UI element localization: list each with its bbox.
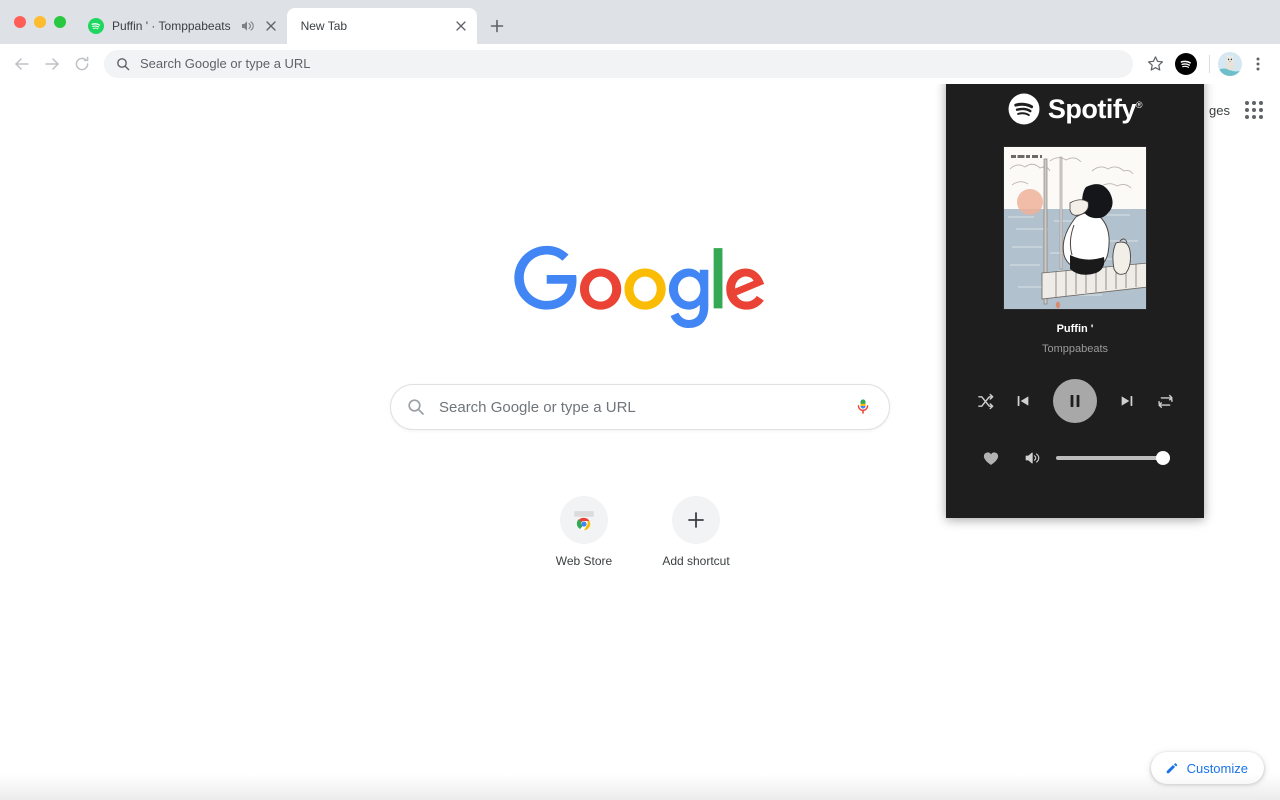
window-zoom-button[interactable] — [54, 16, 66, 28]
ntp-search-box[interactable]: Search Google or type a URL — [390, 384, 890, 430]
tab-audio-playing-icon[interactable] — [239, 18, 255, 34]
chrome-web-store-icon — [572, 508, 596, 532]
speaker-icon[interactable] — [1022, 447, 1044, 469]
plus-icon — [688, 512, 704, 528]
customize-button[interactable]: Customize — [1150, 752, 1264, 784]
shortcut-icon-circle — [560, 496, 608, 544]
tab-strip: Puffin ' · Tomppabeats New Tab — [0, 0, 1280, 44]
album-art[interactable] — [1003, 146, 1147, 310]
ntp-search-placeholder: Search Google or type a URL — [439, 398, 636, 416]
spotify-brand: Spotify® — [1008, 92, 1143, 126]
heart-icon[interactable] — [980, 447, 1002, 469]
reload-icon[interactable] — [68, 50, 96, 78]
address-bar-placeholder: Search Google or type a URL — [140, 56, 311, 71]
shortcut-icon-circle — [672, 496, 720, 544]
forward-arrow-icon[interactable] — [38, 50, 66, 78]
repeat-icon[interactable] — [1151, 387, 1179, 415]
tab-new-tab[interactable]: New Tab — [286, 8, 477, 44]
shortcut-label: Web Store — [555, 554, 613, 568]
browser-toolbar: Search Google or type a URL — [0, 44, 1280, 84]
microphone-icon[interactable] — [853, 397, 873, 417]
search-icon — [117, 57, 130, 70]
google-logo — [514, 245, 765, 329]
play-pause-button[interactable] — [1053, 379, 1097, 423]
ntp-shortcuts: Web Store Add shortcut — [528, 480, 752, 568]
three-dot-menu-icon[interactable] — [1244, 50, 1272, 78]
pause-icon — [1070, 395, 1080, 407]
album-art-corner-text — [1011, 155, 1042, 158]
tab-close-button[interactable] — [453, 18, 469, 34]
browser-window: Puffin ' · Tomppabeats New Tab Search Go… — [0, 0, 1280, 800]
window-close-button[interactable] — [14, 16, 26, 28]
popup-bottom-bar — [946, 447, 1204, 469]
tab-title: Puffin ' · Tomppabeats — [112, 19, 231, 33]
album-art-illustration — [1004, 147, 1146, 309]
playback-controls — [946, 379, 1204, 423]
address-bar[interactable]: Search Google or type a URL — [104, 49, 1133, 78]
next-track-icon[interactable] — [1113, 387, 1141, 415]
shuffle-icon[interactable] — [971, 387, 999, 415]
tab-spotify[interactable]: Puffin ' · Tomppabeats — [76, 8, 287, 44]
tab-close-button[interactable] — [263, 18, 279, 34]
back-arrow-icon[interactable] — [8, 50, 36, 78]
star-icon[interactable] — [1141, 50, 1169, 78]
page-bottom-fade — [0, 774, 1280, 800]
avatar[interactable] — [1218, 51, 1242, 76]
spotify-extension-icon[interactable] — [1175, 52, 1197, 75]
window-traffic-lights — [8, 0, 76, 44]
spotify-wordmark: Spotify® — [1047, 93, 1143, 124]
window-minimize-button[interactable] — [34, 16, 46, 28]
toolbar-divider — [1209, 54, 1210, 73]
volume-track — [1056, 456, 1170, 460]
shortcut-web-store[interactable]: Web Store — [528, 480, 640, 568]
spotify-logo-icon — [1008, 93, 1040, 125]
volume-slider[interactable] — [1056, 451, 1170, 465]
shortcut-add[interactable]: Add shortcut — [640, 480, 752, 568]
track-artist: Tomppabeats — [1041, 343, 1109, 355]
spotify-popup: Spotify® Puffin ' Tomppabeats — [946, 84, 1204, 518]
search-icon — [408, 399, 424, 415]
new-tab-button[interactable] — [483, 12, 511, 40]
pencil-icon — [1166, 763, 1177, 774]
shortcut-label: Add shortcut — [662, 554, 730, 568]
tab-list: Puffin ' · Tomppabeats New Tab — [76, 0, 511, 44]
volume-knob[interactable] — [1156, 451, 1170, 465]
registered-mark: ® — [1135, 99, 1143, 110]
new-tab-page: ges Search Google or type a URL Web Stor… — [0, 84, 1280, 800]
track-title: Puffin ' — [1056, 323, 1094, 335]
spotify-icon — [88, 18, 104, 34]
customize-label: Customize — [1186, 760, 1248, 776]
tab-title: New Tab — [300, 19, 348, 33]
previous-track-icon[interactable] — [1009, 387, 1037, 415]
